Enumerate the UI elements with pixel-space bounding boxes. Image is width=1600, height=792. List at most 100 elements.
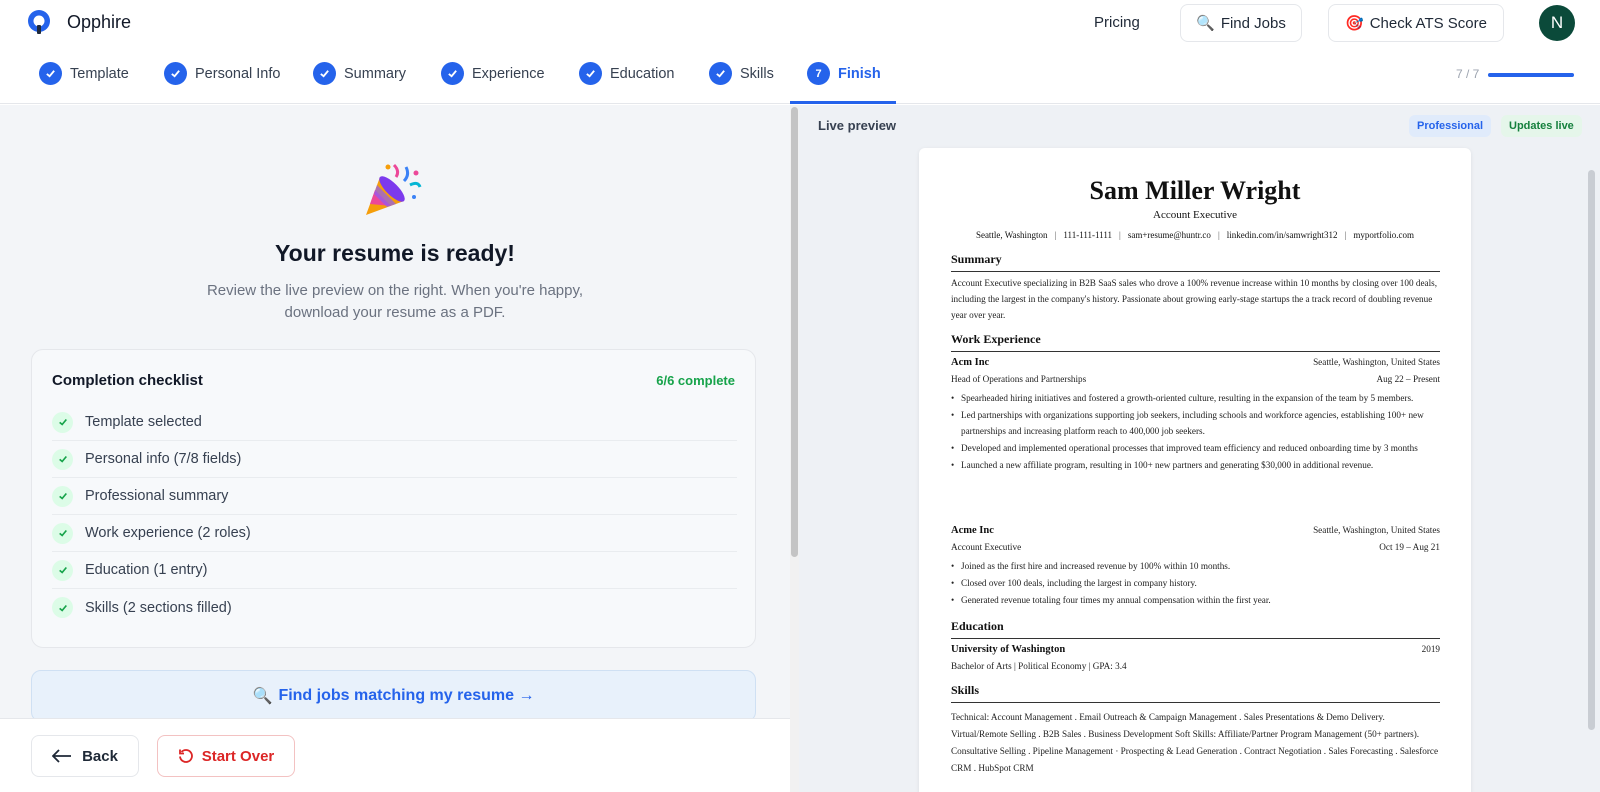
check-ats-label: Check ATS Score [1369,14,1487,32]
search-icon: 🔍 [1196,15,1215,32]
avatar[interactable]: N [1539,5,1575,41]
job-bullet: Developed and implemented operational pr… [951,440,1440,456]
checklist-item: Skills (2 sections filled) [52,589,737,626]
check-icon [52,448,73,470]
template-badge: Professional [1409,115,1492,137]
job-bullet: Led partnerships with organizations supp… [951,407,1440,439]
checklist-item-label: Professional summary [85,488,229,504]
page-subtitle: Review the live preview on the right. Wh… [206,282,584,321]
completion-checklist: Completion checklist 6/6 complete Templa… [31,349,756,648]
resume-preview: Sam Miller Wright Account Executive Seat… [919,148,1471,792]
checklist-item-label: Template selected [85,414,202,430]
checklist-item: Professional summary [52,478,737,515]
degree: Bachelor of Arts | Political Economy | G… [951,661,1127,671]
job-bullet: Joined as the first hire and increased r… [951,558,1440,574]
experience-heading: Work Experience [951,332,1440,352]
progress-fill [1488,73,1574,77]
job-location: Seattle, Washington, United States [1313,357,1440,367]
step-label: Education [610,65,675,82]
step-label: Finish [838,65,881,82]
preview-scrollbar[interactable] [1588,170,1596,792]
back-button[interactable]: Back [31,735,139,777]
step-label: Summary [344,65,407,82]
checklist-item: Personal info (7/8 fields) [52,441,737,478]
education-heading: Education [951,619,1440,639]
start-over-button[interactable]: Start Over [157,735,295,777]
job-bullet: Launched a new affiliate program, result… [951,457,1440,473]
progress-text: 7 / 7 [1456,67,1480,81]
job-subheader: Account Executive Oct 19 – Aug 21 [951,542,1440,552]
check-icon [52,522,73,544]
opphire-logo-icon[interactable] [26,9,52,35]
step-label: Personal Info [195,65,281,82]
check-icon [52,559,73,581]
job-bullets: Spearheaded hiring initiatives and foste… [951,390,1440,474]
job-location: Seattle, Washington, United States [1313,525,1440,535]
summary-text: Account Executive specializing in B2B Sa… [951,278,1438,320]
step-education[interactable]: Education [579,62,675,85]
step-personal-info[interactable]: Personal Info [164,62,280,85]
contact-portfolio: myportfolio.com [1353,230,1415,240]
active-step-indicator [790,101,896,104]
live-preview-label: Live preview [818,118,897,133]
find-jobs-label: Find Jobs [1220,14,1286,32]
contact-location: Seattle, Washington [975,230,1048,240]
contact-email: sam+resume@huntr.co [1127,230,1211,240]
check-icon [709,62,732,85]
back-label: Back [82,747,118,765]
find-matching-jobs-label: Find jobs matching my resume → [278,687,535,704]
contact-linkedin: linkedin.com/in/samwright312 [1226,230,1338,240]
party-popper-icon [366,163,422,215]
check-ats-button[interactable]: 🎯 Check ATS Score [1328,4,1504,42]
footer-actions: Back Start Over [0,718,790,792]
summary-heading: Summary [951,252,1440,272]
brand-name[interactable]: Opphire [67,12,131,33]
skills-text: Technical: Account Management . Email Ou… [951,712,1439,773]
checklist-item: Template selected [52,404,737,441]
progress-bar [1488,73,1574,77]
school-year: 2019 [1421,644,1440,654]
resume-name: Sam Miller Wright [1089,176,1301,205]
resume-title: Account Executive [1153,209,1237,221]
job-role: Account Executive [951,542,1022,552]
check-icon [441,62,464,85]
job-bullet: Generated revenue totaling four times my… [951,592,1440,608]
find-jobs-button[interactable]: 🔍 Find Jobs [1180,4,1302,42]
checklist-title: Completion checklist [52,372,203,389]
job-role: Head of Operations and Partnerships [951,374,1087,384]
step-label: Skills [740,65,774,82]
live-status-badge: Updates live [1501,115,1582,137]
arrow-left-icon [52,749,72,763]
scrollbar-thumb[interactable] [1588,170,1595,730]
check-icon [579,62,602,85]
checklist-item-label: Work experience (2 roles) [85,525,251,541]
step-label: Template [70,65,129,82]
checklist-item: Education (1 entry) [52,552,737,589]
step-summary[interactable]: Summary [313,62,406,85]
resume-contact: Seattle, Washington | 111-111-1111 | sam+r… [975,230,1415,240]
check-icon [52,597,73,618]
step-experience[interactable]: Experience [441,62,545,85]
left-scrollbar[interactable] [790,105,799,792]
checklist-item-label: Education (1 entry) [85,562,208,578]
scrollbar-thumb[interactable] [791,107,798,557]
check-icon [52,411,73,433]
page-title: Your resume is ready! [275,240,515,266]
step-skills[interactable]: Skills [709,62,774,85]
find-matching-jobs-button[interactable]: 🔍 Find jobs matching my resume → [31,670,756,722]
step-template[interactable]: Template [39,62,129,85]
pricing-link[interactable]: Pricing [1094,14,1140,31]
start-over-label: Start Over [201,747,275,765]
job-company: Acm Inc [951,357,990,368]
check-icon [313,62,336,85]
job-company: Acme Inc [951,525,994,536]
education-details: Bachelor of Arts | Political Economy | G… [951,661,1440,671]
contact-phone: 111-111-1111 [1063,230,1113,240]
step-finish[interactable]: 7 Finish [807,62,881,85]
checklist-status: 6/6 complete [656,373,735,388]
top-bar: Opphire Pricing 🔍 Find Jobs 🎯 Check ATS … [0,0,1600,46]
job-subheader: Head of Operations and Partnerships Aug … [951,374,1440,384]
check-icon [52,485,73,507]
skills-heading: Skills [951,683,1440,703]
checklist-item-label: Personal info (7/8 fields) [85,451,242,467]
